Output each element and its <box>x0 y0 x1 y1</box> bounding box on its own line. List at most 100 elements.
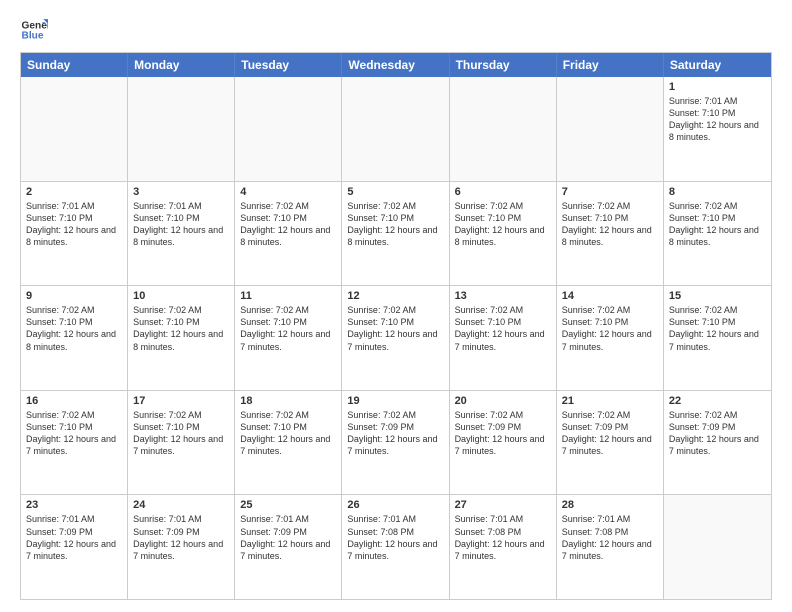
cell-info: Sunrise: 7:02 AMSunset: 7:10 PMDaylight:… <box>669 200 766 249</box>
cell-info: Sunrise: 7:02 AMSunset: 7:10 PMDaylight:… <box>562 200 658 249</box>
cell-info: Sunrise: 7:02 AMSunset: 7:10 PMDaylight:… <box>347 304 443 353</box>
day-number: 26 <box>347 499 443 511</box>
svg-text:Blue: Blue <box>22 31 44 42</box>
calendar-cell <box>235 77 342 181</box>
header-cell-tuesday: Tuesday <box>235 53 342 77</box>
day-number: 27 <box>455 499 551 511</box>
cell-info: Sunrise: 7:01 AMSunset: 7:08 PMDaylight:… <box>347 513 443 562</box>
day-number: 17 <box>133 395 229 407</box>
calendar-cell: 19 Sunrise: 7:02 AMSunset: 7:09 PMDayligh… <box>342 391 449 495</box>
cell-info: Sunrise: 7:01 AMSunset: 7:09 PMDaylight:… <box>133 513 229 562</box>
cell-info: Sunrise: 7:02 AMSunset: 7:10 PMDaylight:… <box>133 304 229 353</box>
day-number: 19 <box>347 395 443 407</box>
day-number: 18 <box>240 395 336 407</box>
day-number: 20 <box>455 395 551 407</box>
calendar-cell <box>342 77 449 181</box>
calendar-cell: 12 Sunrise: 7:02 AMSunset: 7:10 PMDayligh… <box>342 286 449 390</box>
calendar-header: SundayMondayTuesdayWednesdayThursdayFrid… <box>21 53 771 77</box>
day-number: 12 <box>347 290 443 302</box>
cell-info: Sunrise: 7:01 AMSunset: 7:10 PMDaylight:… <box>26 200 122 249</box>
cell-info: Sunrise: 7:01 AMSunset: 7:10 PMDaylight:… <box>133 200 229 249</box>
cell-info: Sunrise: 7:01 AMSunset: 7:09 PMDaylight:… <box>240 513 336 562</box>
calendar-cell: 11Sunrise: 7:02 AMSunset: 7:10 PMDayligh… <box>235 286 342 390</box>
calendar-cell <box>21 77 128 181</box>
calendar-cell: 18 Sunrise: 7:02 AMSunset: 7:10 PMDayligh… <box>235 391 342 495</box>
header-cell-monday: Monday <box>128 53 235 77</box>
cell-info: Sunrise: 7:02 AMSunset: 7:10 PMDaylight:… <box>240 409 336 458</box>
calendar-row-2: 2 Sunrise: 7:01 AMSunset: 7:10 PMDaylight… <box>21 181 771 286</box>
header: General Blue <box>20 16 772 44</box>
header-cell-wednesday: Wednesday <box>342 53 449 77</box>
day-number: 2 <box>26 186 122 198</box>
calendar-cell: 20 Sunrise: 7:02 AMSunset: 7:09 PMDayligh… <box>450 391 557 495</box>
cell-info: Sunrise: 7:02 AMSunset: 7:09 PMDaylight:… <box>562 409 658 458</box>
calendar-cell: 17 Sunrise: 7:02 AMSunset: 7:10 PMDayligh… <box>128 391 235 495</box>
day-number: 21 <box>562 395 658 407</box>
day-number: 3 <box>133 186 229 198</box>
cell-info: Sunrise: 7:02 AMSunset: 7:10 PMDaylight:… <box>347 200 443 249</box>
calendar-cell <box>128 77 235 181</box>
cell-info: Sunrise: 7:02 AMSunset: 7:10 PMDaylight:… <box>562 304 658 353</box>
calendar-cell: 1 Sunrise: 7:01 AMSunset: 7:10 PMDaylight… <box>664 77 771 181</box>
calendar-cell <box>664 495 771 599</box>
calendar-cell: 4 Sunrise: 7:02 AMSunset: 7:10 PMDaylight… <box>235 182 342 286</box>
day-number: 24 <box>133 499 229 511</box>
calendar-cell: 6 Sunrise: 7:02 AMSunset: 7:10 PMDaylight… <box>450 182 557 286</box>
calendar-cell: 10 Sunrise: 7:02 AMSunset: 7:10 PMDayligh… <box>128 286 235 390</box>
cell-info: Sunrise: 7:02 AMSunset: 7:10 PMDaylight:… <box>26 409 122 458</box>
calendar-cell: 16Sunrise: 7:02 AMSunset: 7:10 PMDayligh… <box>21 391 128 495</box>
day-number: 1 <box>669 81 766 93</box>
day-number: 5 <box>347 186 443 198</box>
calendar-cell: 14 Sunrise: 7:02 AMSunset: 7:10 PMDayligh… <box>557 286 664 390</box>
calendar-cell <box>450 77 557 181</box>
calendar: SundayMondayTuesdayWednesdayThursdayFrid… <box>20 52 772 600</box>
header-cell-sunday: Sunday <box>21 53 128 77</box>
cell-info: Sunrise: 7:02 AMSunset: 7:09 PMDaylight:… <box>455 409 551 458</box>
calendar-cell: 9 Sunrise: 7:02 AMSunset: 7:10 PMDaylight… <box>21 286 128 390</box>
day-number: 7 <box>562 186 658 198</box>
cell-info: Sunrise: 7:02 AMSunset: 7:10 PMDaylight:… <box>133 409 229 458</box>
calendar-cell <box>557 77 664 181</box>
cell-info: Sunrise: 7:02 AMSunset: 7:10 PMDaylight:… <box>240 304 336 353</box>
day-number: 23 <box>26 499 122 511</box>
cell-info: Sunrise: 7:02 AMSunset: 7:09 PMDaylight:… <box>347 409 443 458</box>
day-number: 6 <box>455 186 551 198</box>
day-number: 8 <box>669 186 766 198</box>
calendar-cell: 13Sunrise: 7:02 AMSunset: 7:10 PMDayligh… <box>450 286 557 390</box>
calendar-row-4: 16Sunrise: 7:02 AMSunset: 7:10 PMDayligh… <box>21 390 771 495</box>
calendar-cell: 22Sunrise: 7:02 AMSunset: 7:09 PMDayligh… <box>664 391 771 495</box>
calendar-cell: 27 Sunrise: 7:01 AMSunset: 7:08 PMDayligh… <box>450 495 557 599</box>
day-number: 9 <box>26 290 122 302</box>
logo: General Blue <box>20 16 52 44</box>
day-number: 13 <box>455 290 551 302</box>
calendar-cell: 26 Sunrise: 7:01 AMSunset: 7:08 PMDayligh… <box>342 495 449 599</box>
day-number: 25 <box>240 499 336 511</box>
calendar-cell: 5 Sunrise: 7:02 AMSunset: 7:10 PMDaylight… <box>342 182 449 286</box>
cell-info: Sunrise: 7:02 AMSunset: 7:10 PMDaylight:… <box>26 304 122 353</box>
calendar-row-5: 23 Sunrise: 7:01 AMSunset: 7:09 PMDayligh… <box>21 494 771 599</box>
calendar-cell: 25 Sunrise: 7:01 AMSunset: 7:09 PMDayligh… <box>235 495 342 599</box>
calendar-cell: 21 Sunrise: 7:02 AMSunset: 7:09 PMDayligh… <box>557 391 664 495</box>
day-number: 14 <box>562 290 658 302</box>
day-number: 10 <box>133 290 229 302</box>
calendar-cell: 15 Sunrise: 7:02 AMSunset: 7:10 PMDayligh… <box>664 286 771 390</box>
cell-info: Sunrise: 7:01 AMSunset: 7:08 PMDaylight:… <box>455 513 551 562</box>
cell-info: Sunrise: 7:02 AMSunset: 7:10 PMDaylight:… <box>455 200 551 249</box>
cell-info: Sunrise: 7:01 AMSunset: 7:10 PMDaylight:… <box>669 95 766 144</box>
cell-info: Sunrise: 7:02 AMSunset: 7:10 PMDaylight:… <box>669 304 766 353</box>
header-cell-saturday: Saturday <box>664 53 771 77</box>
calendar-body: 1 Sunrise: 7:01 AMSunset: 7:10 PMDaylight… <box>21 77 771 599</box>
header-cell-friday: Friday <box>557 53 664 77</box>
header-cell-thursday: Thursday <box>450 53 557 77</box>
calendar-cell: 7 Sunrise: 7:02 AMSunset: 7:10 PMDaylight… <box>557 182 664 286</box>
cell-info: Sunrise: 7:01 AMSunset: 7:08 PMDaylight:… <box>562 513 658 562</box>
cell-info: Sunrise: 7:02 AMSunset: 7:10 PMDaylight:… <box>240 200 336 249</box>
day-number: 4 <box>240 186 336 198</box>
calendar-cell: 3 Sunrise: 7:01 AMSunset: 7:10 PMDaylight… <box>128 182 235 286</box>
calendar-cell: 2 Sunrise: 7:01 AMSunset: 7:10 PMDaylight… <box>21 182 128 286</box>
day-number: 15 <box>669 290 766 302</box>
calendar-cell: 24 Sunrise: 7:01 AMSunset: 7:09 PMDayligh… <box>128 495 235 599</box>
cell-info: Sunrise: 7:01 AMSunset: 7:09 PMDaylight:… <box>26 513 122 562</box>
day-number: 28 <box>562 499 658 511</box>
calendar-row-1: 1 Sunrise: 7:01 AMSunset: 7:10 PMDaylight… <box>21 77 771 181</box>
